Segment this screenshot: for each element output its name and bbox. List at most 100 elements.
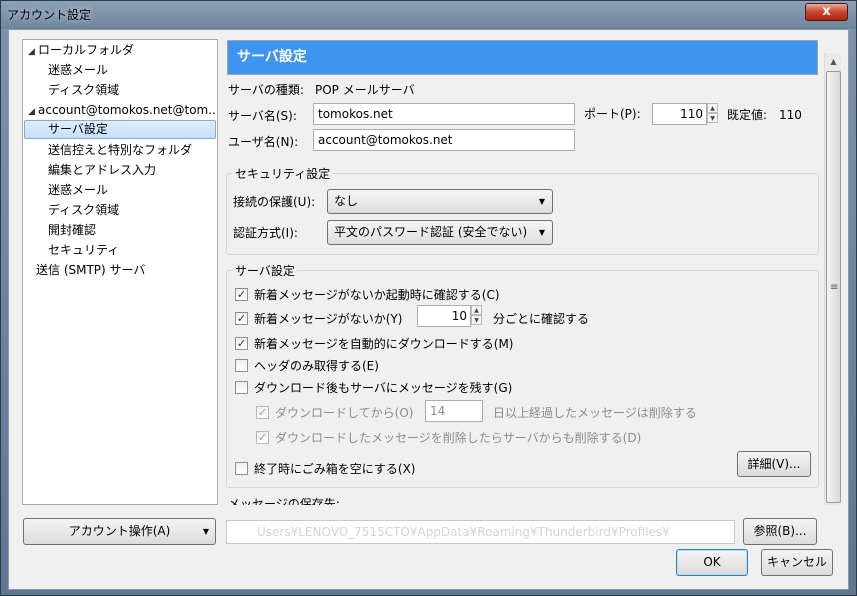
tree-item-label: 送信 (SMTP) サーバ [36, 263, 146, 277]
tree-item-label: account@tomokos.net@tom... [38, 103, 216, 117]
delete-when-deleted-label: ダウンロードしたメッセージを削除したらサーバからも削除する(D) [275, 431, 642, 445]
delete-after-row[interactable]: ダウンロードしてから(O) [256, 405, 413, 421]
user-name-label: ユーザ名(N): [228, 135, 299, 149]
auto-download-label: 新着メッセージを自動的にダウンロードする(M) [254, 337, 514, 351]
server-settings-panel: サーバ設定 サーバの種類: POP メールサーバ サーバ名(S): tomoko… [224, 39, 841, 505]
ok-button[interactable]: OK [676, 549, 748, 576]
tree-item-label: サーバ設定 [48, 122, 108, 136]
check-on-startup-row[interactable]: 新着メッセージがないか起動時に確認する(C) [235, 287, 500, 303]
leave-on-server-label: ダウンロード後もサーバにメッセージを残す(G) [254, 381, 513, 395]
tree-item-label: 開封確認 [48, 223, 97, 237]
check-every-label: 新着メッセージがないか(Y) [254, 312, 403, 326]
storage-path-input[interactable]: Users¥LENOVO_7515CTO¥AppData¥Roaming¥Thu… [226, 520, 735, 544]
check-every-row[interactable]: 新着メッセージがないか(Y) [235, 311, 402, 327]
collapse-triangle-icon[interactable]: ◢ [28, 43, 38, 60]
account-settings-window: アカウント設定 x ◢ ローカルフォルダ 迷惑メール ディスク領域 ◢ accoun… [0, 0, 857, 596]
connection-security-label: 接続の保護(U): [233, 195, 316, 209]
delete-when-deleted-checkbox[interactable] [256, 431, 269, 444]
auth-method-value: 平文のパスワード認証 (安全でない) [334, 225, 528, 239]
panel-header: サーバ設定 [227, 40, 818, 75]
spin-up-icon[interactable]: ▲ [707, 103, 718, 113]
tree-item-label: 迷惑メール [48, 63, 109, 77]
account-actions-button[interactable]: アカウント操作(A) ▼ [23, 518, 216, 545]
spin-down-icon[interactable]: ▼ [471, 315, 482, 325]
server-name-input[interactable]: tomokos.net [313, 103, 575, 125]
headers-only-row[interactable]: ヘッダのみ取得する(E) [235, 358, 379, 374]
server-name-label: サーバ名(S): [228, 109, 297, 123]
scrollbar-thumb[interactable]: ≡ [826, 71, 841, 503]
user-name-input[interactable]: account@tomokos.net [313, 129, 575, 151]
delete-days-input[interactable]: 14 [425, 400, 483, 422]
storage-location-label: メッセージの保存先: [228, 497, 340, 505]
auth-method-select[interactable]: 平文のパスワード認証 (安全でない) ▼ [327, 220, 553, 245]
tree-item-label: ディスク領域 [48, 203, 120, 217]
tree-item-disk-space[interactable]: ディスク領域 [24, 201, 216, 220]
delete-days-suffix: 日以上経過したメッセージは削除する [493, 406, 697, 420]
empty-trash-row[interactable]: 終了時にごみ箱を空にする(X) [235, 461, 415, 477]
delete-when-deleted-row[interactable]: ダウンロードしたメッセージを削除したらサーバからも削除する(D) [256, 430, 641, 446]
advanced-button[interactable]: 詳細(V)... [737, 451, 811, 477]
port-input[interactable]: 110 [652, 103, 707, 125]
default-port-value: 110 [779, 108, 802, 122]
server-type-value: POP メールサーバ [315, 83, 415, 97]
tree-item-local-disk[interactable]: ディスク領域 [24, 81, 216, 100]
port-spinner[interactable]: ▲ ▼ [707, 103, 718, 125]
auto-download-checkbox[interactable] [235, 337, 248, 350]
check-every-checkbox[interactable] [235, 312, 248, 325]
collapse-triangle-icon[interactable]: ◢ [28, 103, 38, 120]
tree-item-local-junk[interactable]: 迷惑メール [24, 61, 216, 80]
tree-item-security[interactable]: セキュリティ [24, 241, 216, 260]
tree-item-composition[interactable]: 編集とアドレス入力 [24, 161, 216, 180]
tree-item-smtp[interactable]: 送信 (SMTP) サーバ [24, 261, 216, 280]
dropdown-arrow-icon: ▼ [538, 228, 545, 237]
leave-on-server-checkbox[interactable] [235, 381, 248, 394]
tree-item-label: セキュリティ [48, 243, 120, 257]
headers-only-checkbox[interactable] [235, 359, 248, 372]
auth-method-label: 認証方式(I): [233, 226, 298, 240]
grip-icon: ≡ [830, 282, 839, 293]
tree-item-receipts[interactable]: 開封確認 [24, 221, 216, 240]
panel-scrollbar[interactable]: ▲ ≡ [824, 53, 841, 505]
security-group: セキュリティ設定 接続の保護(U): なし ▼ 認証方式(I): 平文のパスワー… [226, 166, 819, 255]
server-settings-group-title: サーバ設定 [233, 263, 297, 279]
tree-item-label: ローカルフォルダ [38, 43, 135, 57]
check-on-startup-label: 新着メッセージがないか起動時に確認する(C) [254, 288, 500, 302]
dropdown-arrow-icon: ▼ [538, 197, 545, 206]
tree-item-local-folders[interactable]: ◢ ローカルフォルダ [24, 41, 216, 60]
security-group-title: セキュリティ設定 [233, 166, 333, 182]
cancel-button[interactable]: キャンセル [761, 549, 833, 576]
leave-on-server-row[interactable]: ダウンロード後もサーバにメッセージを残す(G) [235, 380, 512, 396]
tree-item-label: 編集とアドレス入力 [48, 163, 157, 177]
minutes-spinner[interactable]: ▲ ▼ [471, 305, 482, 327]
tree-item-junk[interactable]: 迷惑メール [24, 181, 216, 200]
tree-item-label: 迷惑メール [48, 183, 109, 197]
close-button[interactable]: x [805, 3, 848, 21]
spin-down-icon[interactable]: ▼ [707, 113, 718, 123]
spin-up-icon[interactable]: ▲ [471, 305, 482, 315]
port-label: ポート(P): [584, 107, 641, 121]
server-settings-group: サーバ設定 新着メッセージがないか起動時に確認する(C) 新着メッセージがないか… [226, 263, 819, 488]
dialog-client: ◢ ローカルフォルダ 迷惑メール ディスク領域 ◢ account@tomokos.… [8, 29, 849, 590]
check-minutes-input[interactable]: 10 [417, 305, 471, 327]
scroll-up-icon[interactable]: ▲ [825, 53, 841, 70]
empty-trash-label: 終了時にごみ箱を空にする(X) [254, 462, 416, 476]
check-minutes-suffix: 分ごとに確認する [493, 312, 590, 326]
dropdown-arrow-icon: ▼ [202, 527, 209, 536]
tree-item-account[interactable]: ◢ account@tomokos.net@tom... [24, 101, 216, 120]
check-on-startup-checkbox[interactable] [235, 288, 248, 301]
account-actions-label: アカウント操作(A) [68, 524, 171, 538]
auto-download-row[interactable]: 新着メッセージを自動的にダウンロードする(M) [235, 336, 513, 352]
connection-security-select[interactable]: なし ▼ [327, 189, 553, 214]
window-title: アカウント設定 [7, 8, 92, 22]
tree-item-server-settings[interactable]: サーバ設定 [24, 120, 216, 139]
tree-item-label: 送信控えと特別なフォルダ [48, 143, 193, 157]
empty-trash-checkbox[interactable] [235, 462, 248, 475]
delete-after-checkbox[interactable] [256, 406, 269, 419]
connection-security-value: なし [334, 194, 359, 208]
server-type-label: サーバの種類: [228, 83, 304, 97]
title-bar[interactable]: アカウント設定 x [1, 1, 856, 29]
tree-item-label: ディスク領域 [48, 83, 120, 97]
default-port-label: 既定値: [727, 108, 768, 122]
browse-button[interactable]: 参照(B)... [743, 518, 817, 545]
tree-item-copies-folders[interactable]: 送信控えと特別なフォルダ [24, 141, 216, 160]
